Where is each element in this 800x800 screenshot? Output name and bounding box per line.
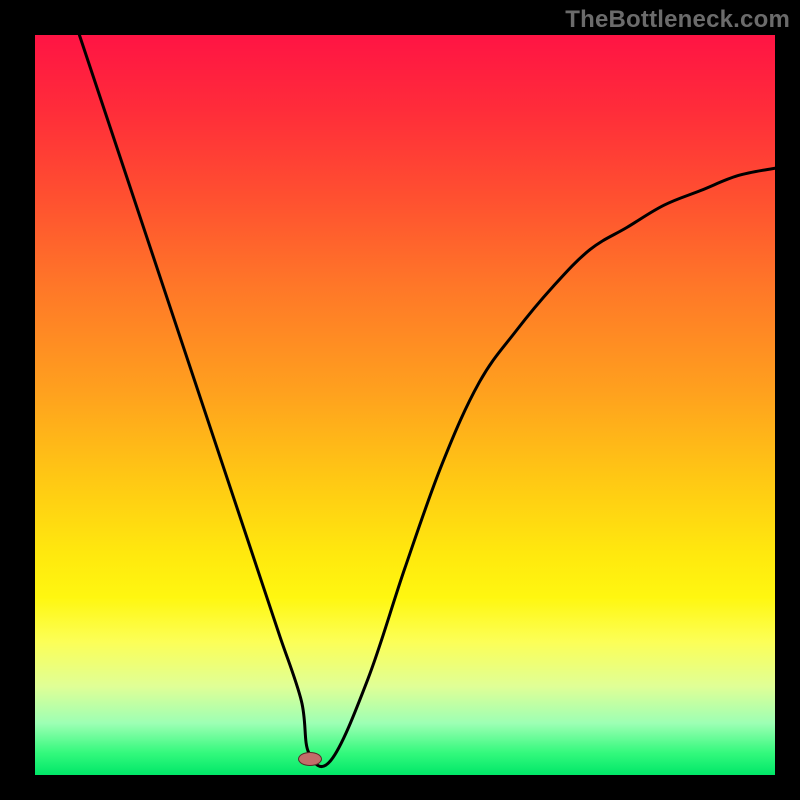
plot-area [35,35,775,775]
chart-frame: TheBottleneck.com [0,0,800,800]
optimal-point-marker [298,752,322,766]
bottleneck-curve [35,35,775,775]
watermark-text: TheBottleneck.com [565,6,790,34]
